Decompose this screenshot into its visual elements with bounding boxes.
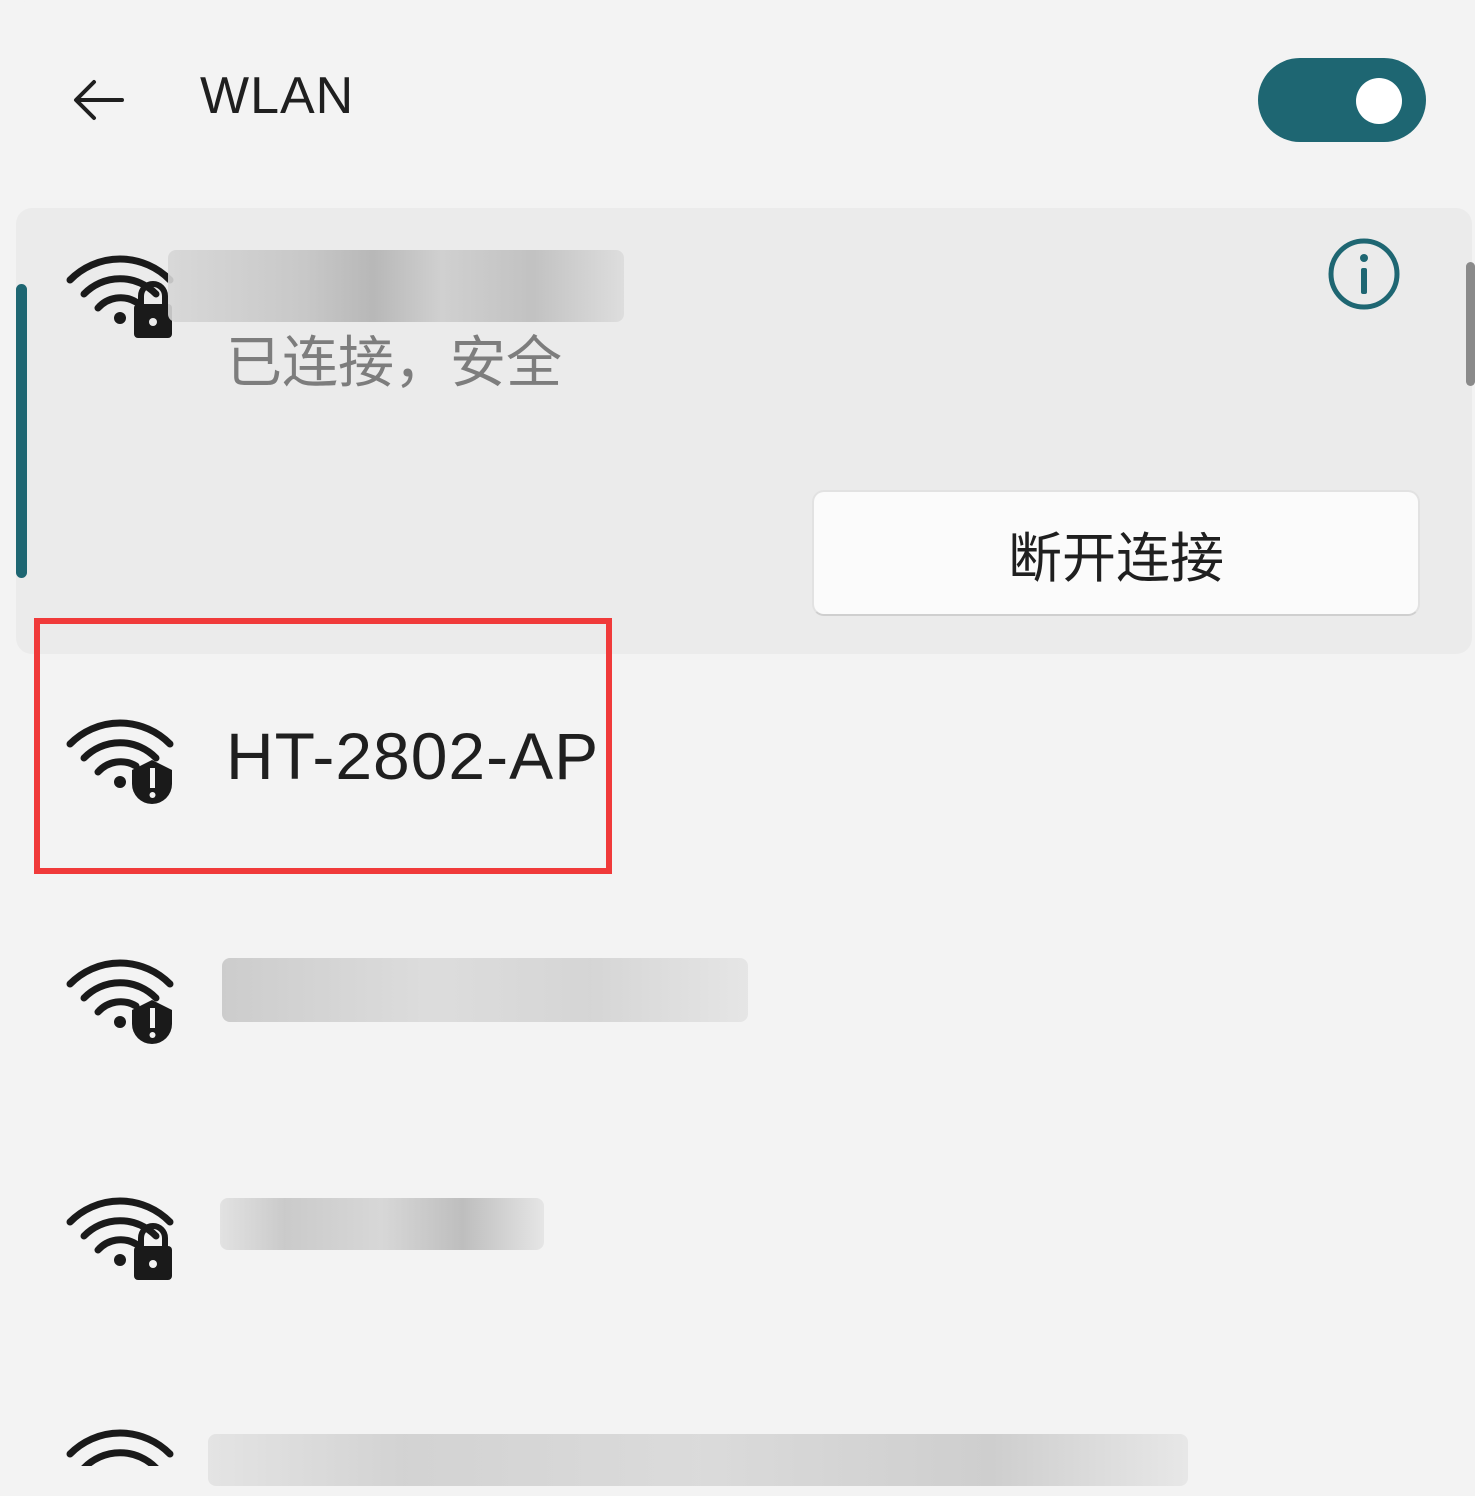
wifi-icon	[66, 1429, 174, 1466]
wifi-toggle[interactable]	[1258, 58, 1426, 142]
selection-indicator	[16, 284, 27, 578]
page-title: WLAN	[200, 67, 355, 125]
wifi-warning-icon	[66, 959, 174, 1044]
network-ssid-redacted	[222, 958, 748, 1022]
toggle-knob	[1356, 78, 1402, 124]
wlan-panel: WLAN 已连接，安全 断开连接 HT-2802-AP	[0, 0, 1475, 1496]
back-button[interactable]	[62, 64, 134, 136]
network-ssid-redacted	[208, 1434, 1188, 1486]
network-ssid-redacted	[220, 1198, 544, 1250]
annotation-highlight-box	[34, 618, 612, 874]
wifi-secured-icon	[66, 1197, 174, 1280]
info-icon[interactable]	[1326, 236, 1402, 312]
connection-status: 已连接，安全	[226, 331, 562, 396]
disconnect-button[interactable]: 断开连接	[812, 490, 1420, 616]
connected-ssid-redacted	[168, 250, 624, 322]
back-arrow-icon	[74, 80, 124, 120]
wifi-secured-icon	[66, 255, 174, 338]
scrollbar-thumb[interactable]	[1466, 262, 1475, 386]
